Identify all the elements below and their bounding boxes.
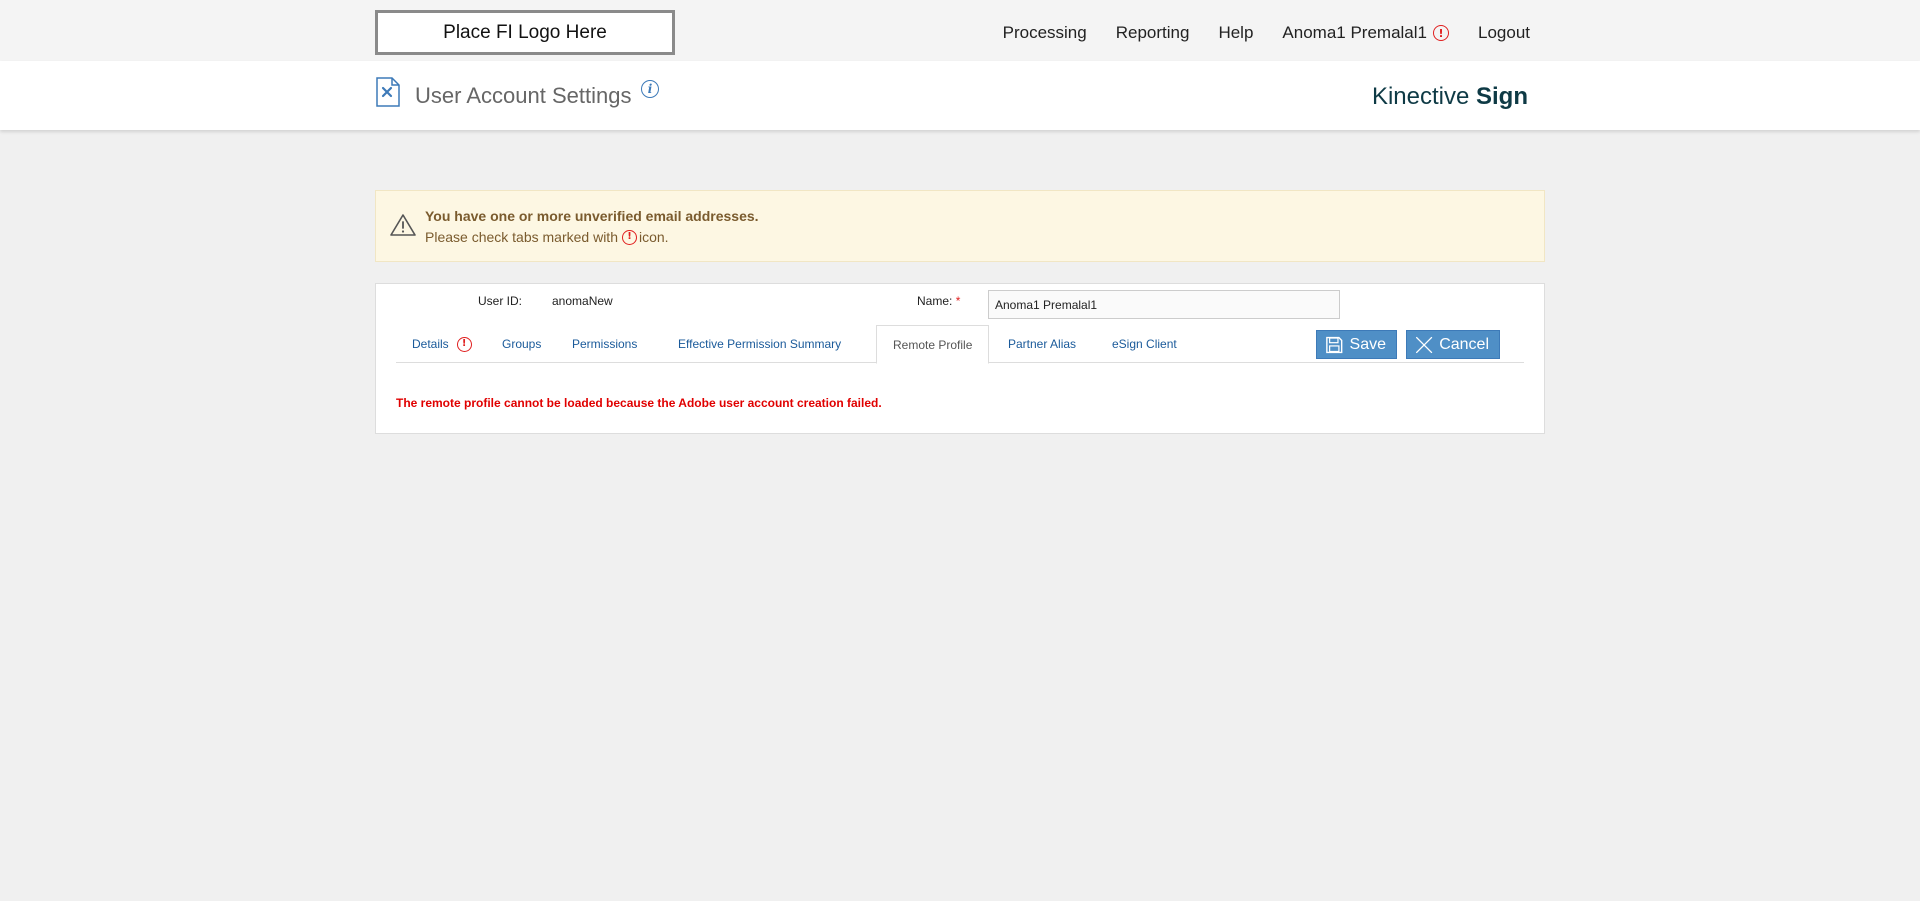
nav-reporting[interactable]: Reporting: [1116, 23, 1190, 43]
info-icon[interactable]: i: [641, 80, 659, 98]
user-id-label: User ID:: [478, 294, 523, 308]
alert-icon: !: [621, 229, 637, 245]
name-label: Name: *: [917, 294, 960, 308]
nav-user-account[interactable]: Anoma1 Premalal1!: [1282, 23, 1449, 43]
nav-label: Reporting: [1115, 23, 1190, 42]
alert-icon: !: [456, 336, 472, 352]
unverified-email-warning: You have one or more unverified email ad…: [375, 190, 1545, 262]
nav-label: Logout: [1478, 23, 1530, 42]
warning-triangle-icon: [390, 214, 416, 236]
floppy-disk-icon: [1326, 336, 1343, 353]
fi-logo-placeholder[interactable]: Place FI Logo Here: [375, 10, 675, 55]
nav-label: Processing: [1002, 23, 1087, 42]
cancel-button[interactable]: Cancel: [1406, 330, 1500, 359]
nav-help[interactable]: Help: [1218, 23, 1253, 43]
brand-logo: Kinective Sign: [1372, 83, 1528, 111]
tab-label: Effective Permission Summary: [678, 337, 842, 351]
tab-remote-profile[interactable]: Remote Profile: [876, 325, 990, 364]
save-button[interactable]: Save: [1316, 330, 1397, 359]
tab-label: Partner Alias: [1008, 337, 1077, 351]
cancel-label: Cancel: [1439, 335, 1489, 353]
user-account-panel: User ID: anomaNew Name: * Details! Group…: [375, 283, 1545, 434]
close-icon: [1415, 336, 1433, 353]
warning-text-before: Please check tabs marked with: [425, 229, 618, 245]
tab-partner-alias[interactable]: Partner Alias: [992, 325, 1092, 363]
nav-logout[interactable]: Logout: [1478, 23, 1530, 43]
tab-groups[interactable]: Groups: [486, 325, 557, 363]
nav-label: Anoma1 Premalal1: [1282, 23, 1427, 42]
warning-text-after: icon.: [638, 229, 669, 245]
top-nav: Processing Reporting Help Anoma1 Premala…: [974, 0, 1530, 66]
tab-label: Remote Profile: [893, 337, 973, 352]
warning-text: Please check tabs marked with ! icon.: [425, 229, 669, 245]
warning-title: You have one or more unverified email ad…: [425, 208, 759, 224]
remote-profile-error-message: The remote profile cannot be loaded beca…: [396, 396, 882, 410]
tab-label: Permissions: [572, 337, 638, 351]
brand-light: Kinective: [1371, 83, 1476, 110]
nav-label: Help: [1218, 23, 1254, 42]
save-label: Save: [1349, 335, 1386, 353]
user-settings-document-icon: [376, 77, 400, 107]
page-title: User Account Settings: [415, 83, 632, 108]
tab-label: Groups: [502, 337, 542, 351]
required-marker: *: [955, 294, 961, 308]
page-header: User Account Settings i Kinective Sign: [0, 61, 1920, 130]
tab-effective-permission-summary[interactable]: Effective Permission Summary: [662, 325, 857, 363]
logo-text: Place FI Logo Here: [443, 21, 607, 43]
tab-details[interactable]: Details!: [396, 325, 488, 363]
tab-permissions[interactable]: Permissions: [556, 325, 653, 363]
nav-processing[interactable]: Processing: [1003, 23, 1087, 43]
name-label-text: Name:: [917, 294, 953, 308]
name-input[interactable]: [988, 290, 1340, 319]
top-bar: Place FI Logo Here Processing Reporting …: [0, 0, 1920, 61]
tab-label: eSign Client: [1112, 337, 1177, 351]
tab-label: Details: [412, 337, 449, 351]
alert-icon: !: [1433, 25, 1449, 41]
tab-esign-client[interactable]: eSign Client: [1096, 325, 1193, 363]
user-id-value: anomaNew: [552, 294, 613, 308]
brand-bold: Sign: [1476, 83, 1528, 110]
